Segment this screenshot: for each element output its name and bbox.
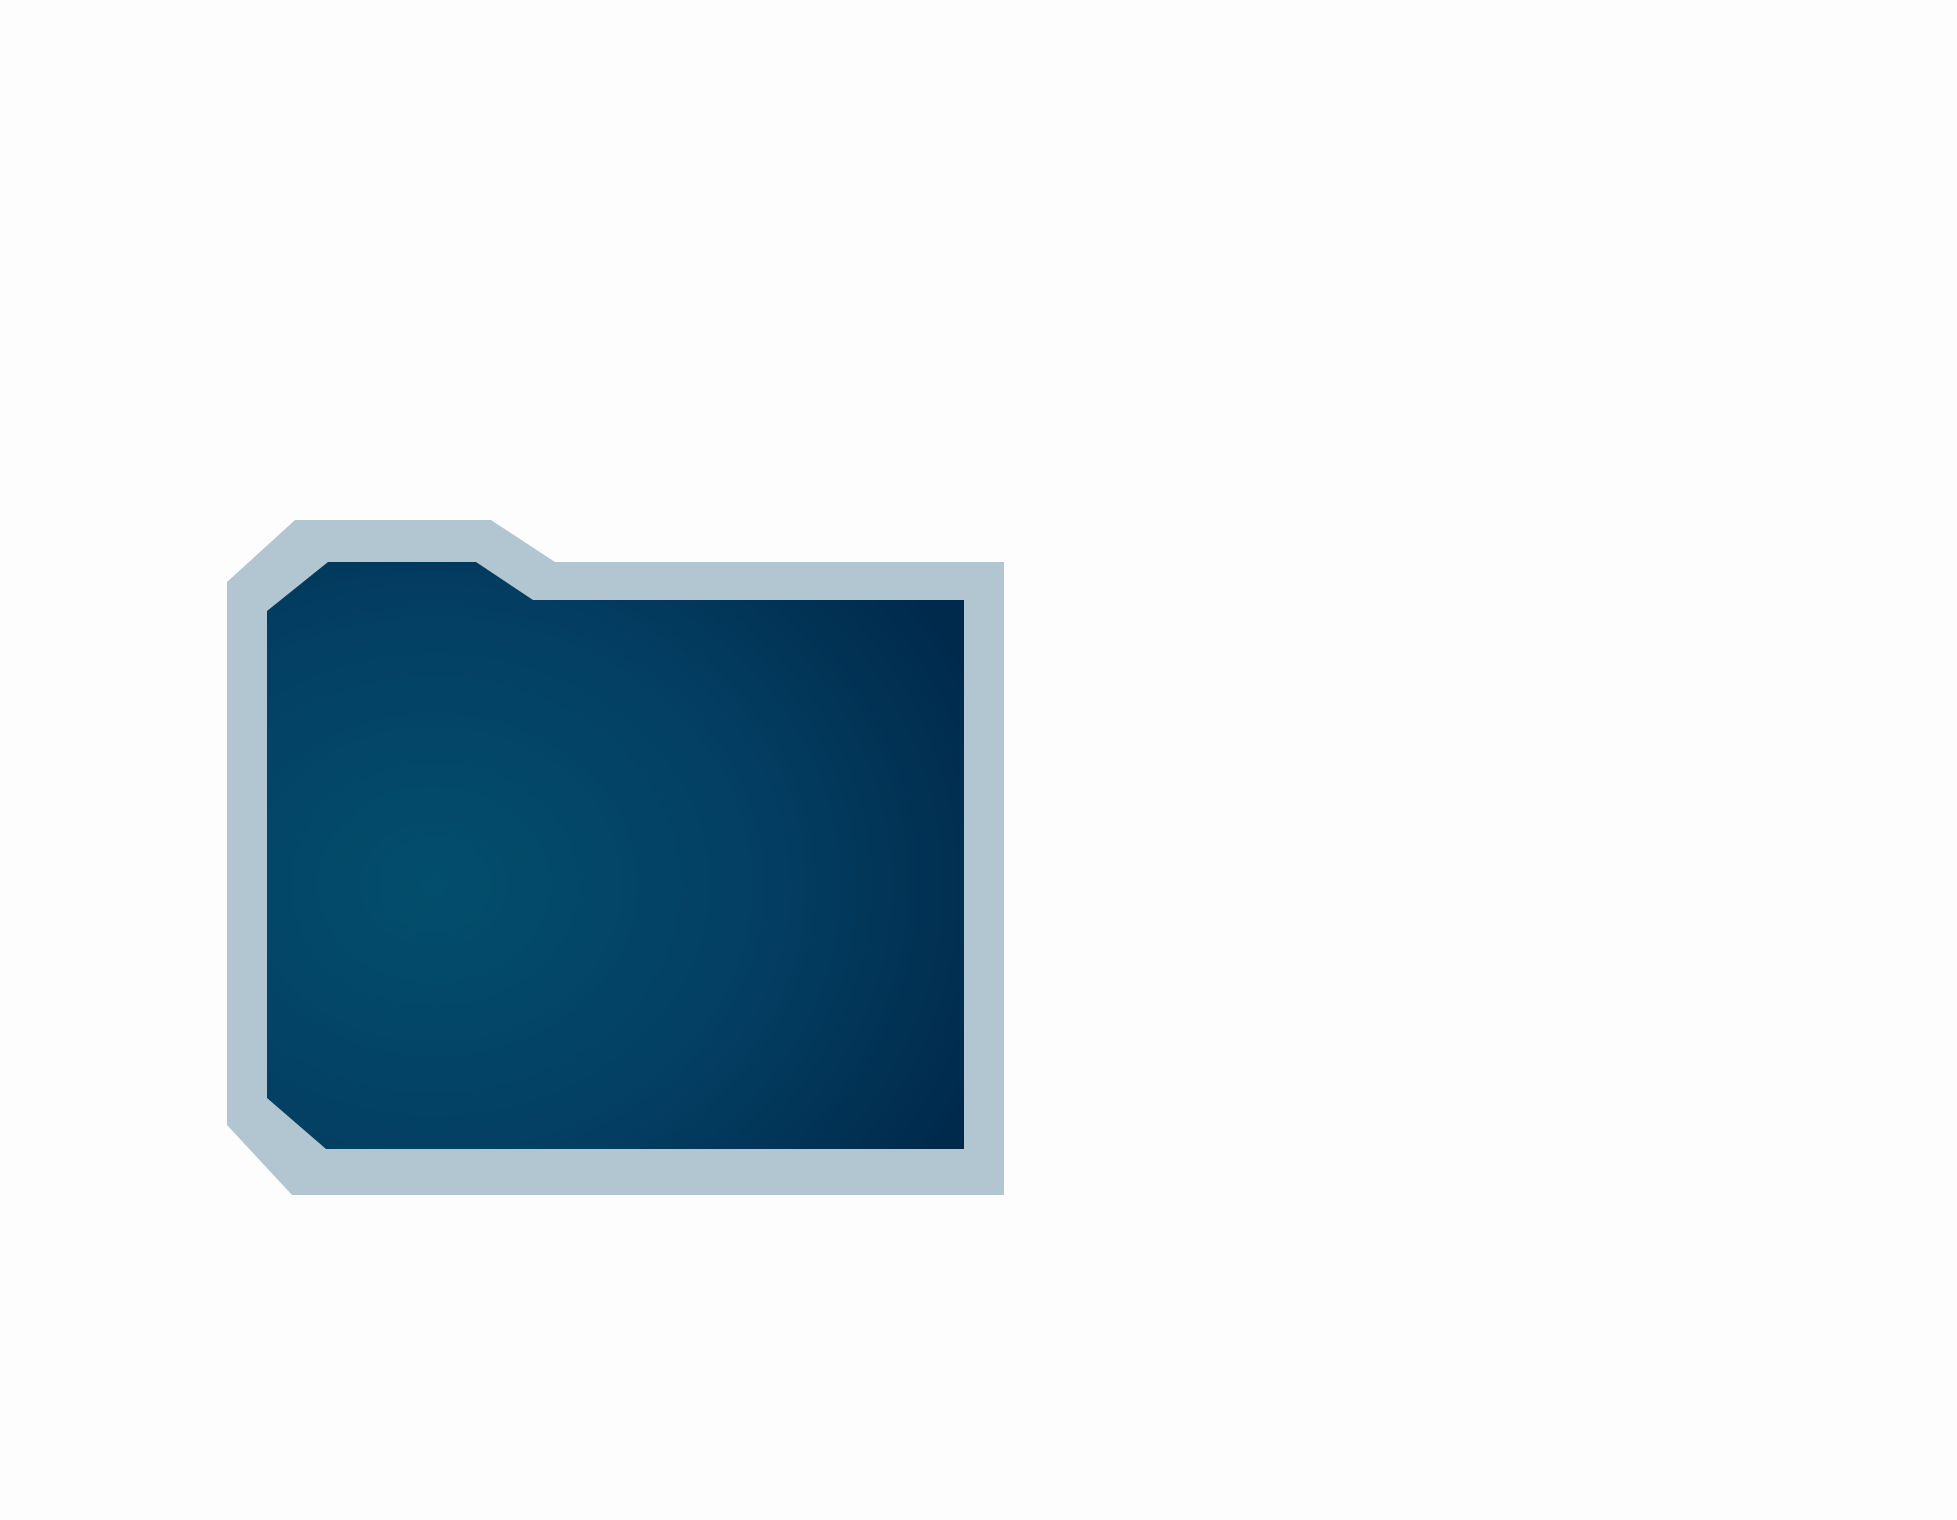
- folder-icon[interactable]: [0, 0, 1957, 1520]
- folder-body: [267, 562, 964, 1149]
- icon-canvas: [0, 0, 1957, 1520]
